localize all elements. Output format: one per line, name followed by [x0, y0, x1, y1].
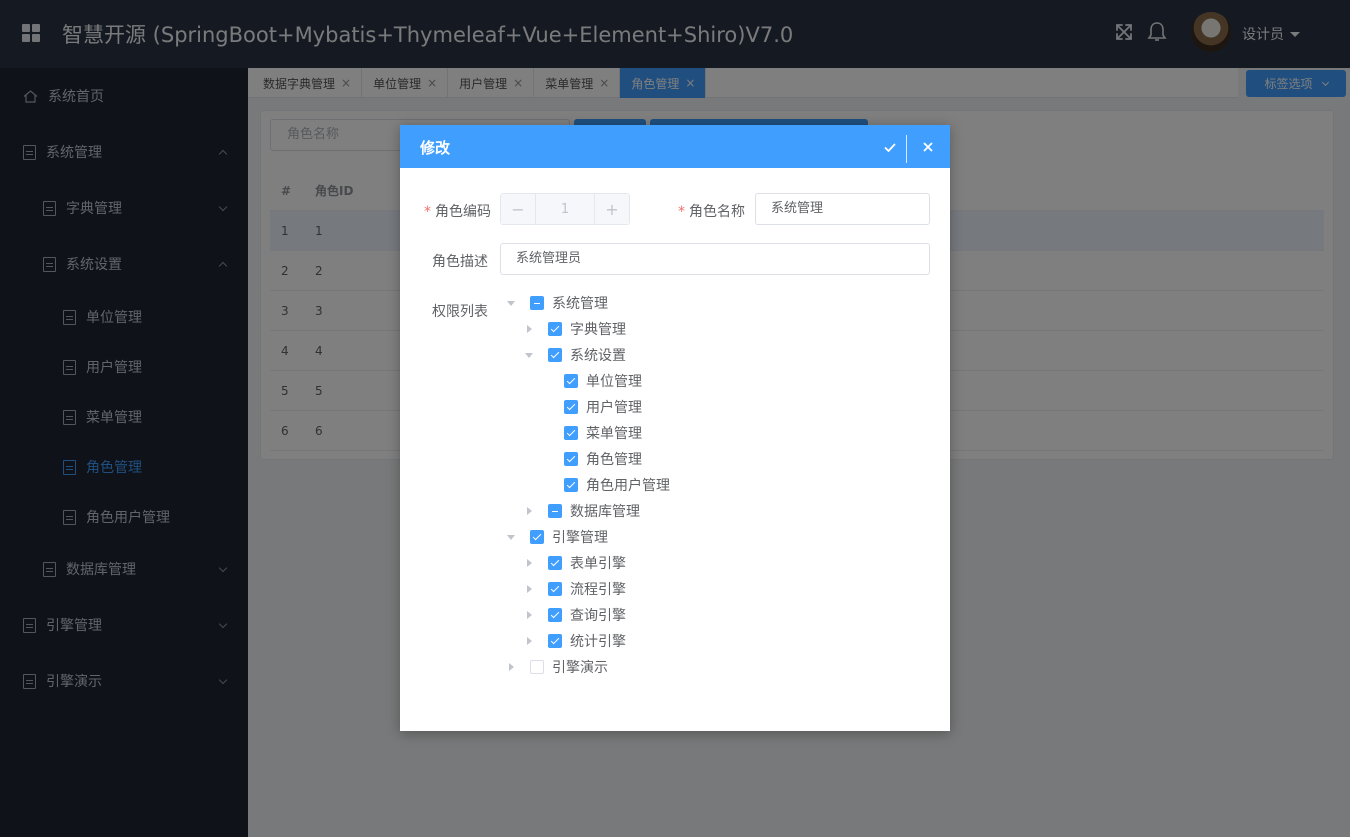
- tree-node[interactable]: 引擎管理: [507, 524, 608, 550]
- tree-node-label: 引擎管理: [552, 530, 608, 546]
- tree-node[interactable]: 系统管理: [507, 290, 608, 316]
- confirm-check-icon[interactable]: [880, 137, 900, 157]
- role-name-label: * 角色名称: [678, 204, 745, 220]
- tree-node[interactable]: 字典管理: [525, 316, 626, 342]
- caret-down-icon[interactable]: [507, 534, 515, 540]
- tree-checkbox[interactable]: [530, 660, 544, 674]
- tree-node-label: 单位管理: [586, 374, 642, 390]
- tree-checkbox[interactable]: [548, 504, 562, 518]
- tree-node-label: 引擎演示: [552, 660, 608, 676]
- caret-down-icon[interactable]: [525, 352, 533, 358]
- tree-node-label: 角色用户管理: [586, 478, 670, 494]
- caret-right-icon[interactable]: [509, 663, 514, 671]
- tree-checkbox[interactable]: [564, 426, 578, 440]
- tree-node[interactable]: 查询引擎: [525, 602, 626, 628]
- increment-button[interactable]: +: [595, 194, 629, 224]
- tree-node[interactable]: 单位管理: [543, 368, 642, 394]
- role-desc-input[interactable]: 系统管理员: [500, 243, 930, 275]
- tree-node-label: 表单引擎: [570, 556, 626, 572]
- tree-checkbox[interactable]: [564, 478, 578, 492]
- tree-node[interactable]: 表单引擎: [525, 550, 626, 576]
- tree-checkbox[interactable]: [564, 400, 578, 414]
- tree-node[interactable]: 角色管理: [543, 446, 642, 472]
- caret-right-icon[interactable]: [527, 325, 532, 333]
- tree-node[interactable]: 流程引擎: [525, 576, 626, 602]
- tree-node-label: 用户管理: [586, 400, 642, 416]
- tree-node[interactable]: 数据库管理: [525, 498, 640, 524]
- close-icon[interactable]: [918, 137, 938, 157]
- tree-checkbox[interactable]: [548, 556, 562, 570]
- tree-node-label: 数据库管理: [570, 504, 640, 520]
- caret-right-icon[interactable]: [527, 559, 532, 567]
- role-code-value[interactable]: 1: [535, 194, 595, 224]
- tree-node[interactable]: 统计引擎: [525, 628, 626, 654]
- tree-node-label: 统计引擎: [570, 634, 626, 650]
- required-mark: *: [678, 204, 685, 220]
- edit-role-dialog: 修改 * 角色编码 − 1 + * 角色名称 系统管理 角色描述 系统管理员 权限列…: [400, 125, 950, 731]
- caret-right-icon[interactable]: [527, 507, 532, 515]
- tree-checkbox[interactable]: [548, 322, 562, 336]
- role-desc-label: 角色描述: [432, 254, 488, 270]
- tree-node-label: 流程引擎: [570, 582, 626, 598]
- tree-node-label: 系统管理: [552, 296, 608, 312]
- tree-node-label: 系统设置: [570, 348, 626, 364]
- caret-down-icon[interactable]: [507, 300, 515, 306]
- role-name-input[interactable]: 系统管理: [755, 193, 930, 225]
- tree-node-label: 字典管理: [570, 322, 626, 338]
- tree-checkbox[interactable]: [530, 530, 544, 544]
- tree-checkbox[interactable]: [564, 452, 578, 466]
- decrement-button[interactable]: −: [501, 194, 535, 224]
- caret-right-icon[interactable]: [527, 585, 532, 593]
- caret-right-icon[interactable]: [527, 637, 532, 645]
- tree-node-label: 查询引擎: [570, 608, 626, 624]
- tree-node-label: 菜单管理: [586, 426, 642, 442]
- dialog-header: 修改: [400, 125, 950, 168]
- permission-list-label: 权限列表: [432, 304, 488, 320]
- caret-right-icon[interactable]: [527, 611, 532, 619]
- tree-node[interactable]: 角色用户管理: [543, 472, 670, 498]
- tree-checkbox[interactable]: [548, 634, 562, 648]
- role-code-label: * 角色编码: [424, 204, 491, 220]
- dialog-title: 修改: [420, 139, 451, 157]
- tree-checkbox[interactable]: [530, 296, 544, 310]
- role-code-stepper[interactable]: − 1 +: [500, 193, 630, 225]
- tree-node[interactable]: 引擎演示: [507, 654, 608, 680]
- tree-checkbox[interactable]: [564, 374, 578, 388]
- tree-node-label: 角色管理: [586, 452, 642, 468]
- tree-checkbox[interactable]: [548, 348, 562, 362]
- tree-node[interactable]: 菜单管理: [543, 420, 642, 446]
- tree-checkbox[interactable]: [548, 608, 562, 622]
- tree-node[interactable]: 用户管理: [543, 394, 642, 420]
- header-divider: [906, 135, 907, 163]
- required-mark: *: [424, 204, 431, 220]
- tree-checkbox[interactable]: [548, 582, 562, 596]
- tree-node[interactable]: 系统设置: [525, 342, 626, 368]
